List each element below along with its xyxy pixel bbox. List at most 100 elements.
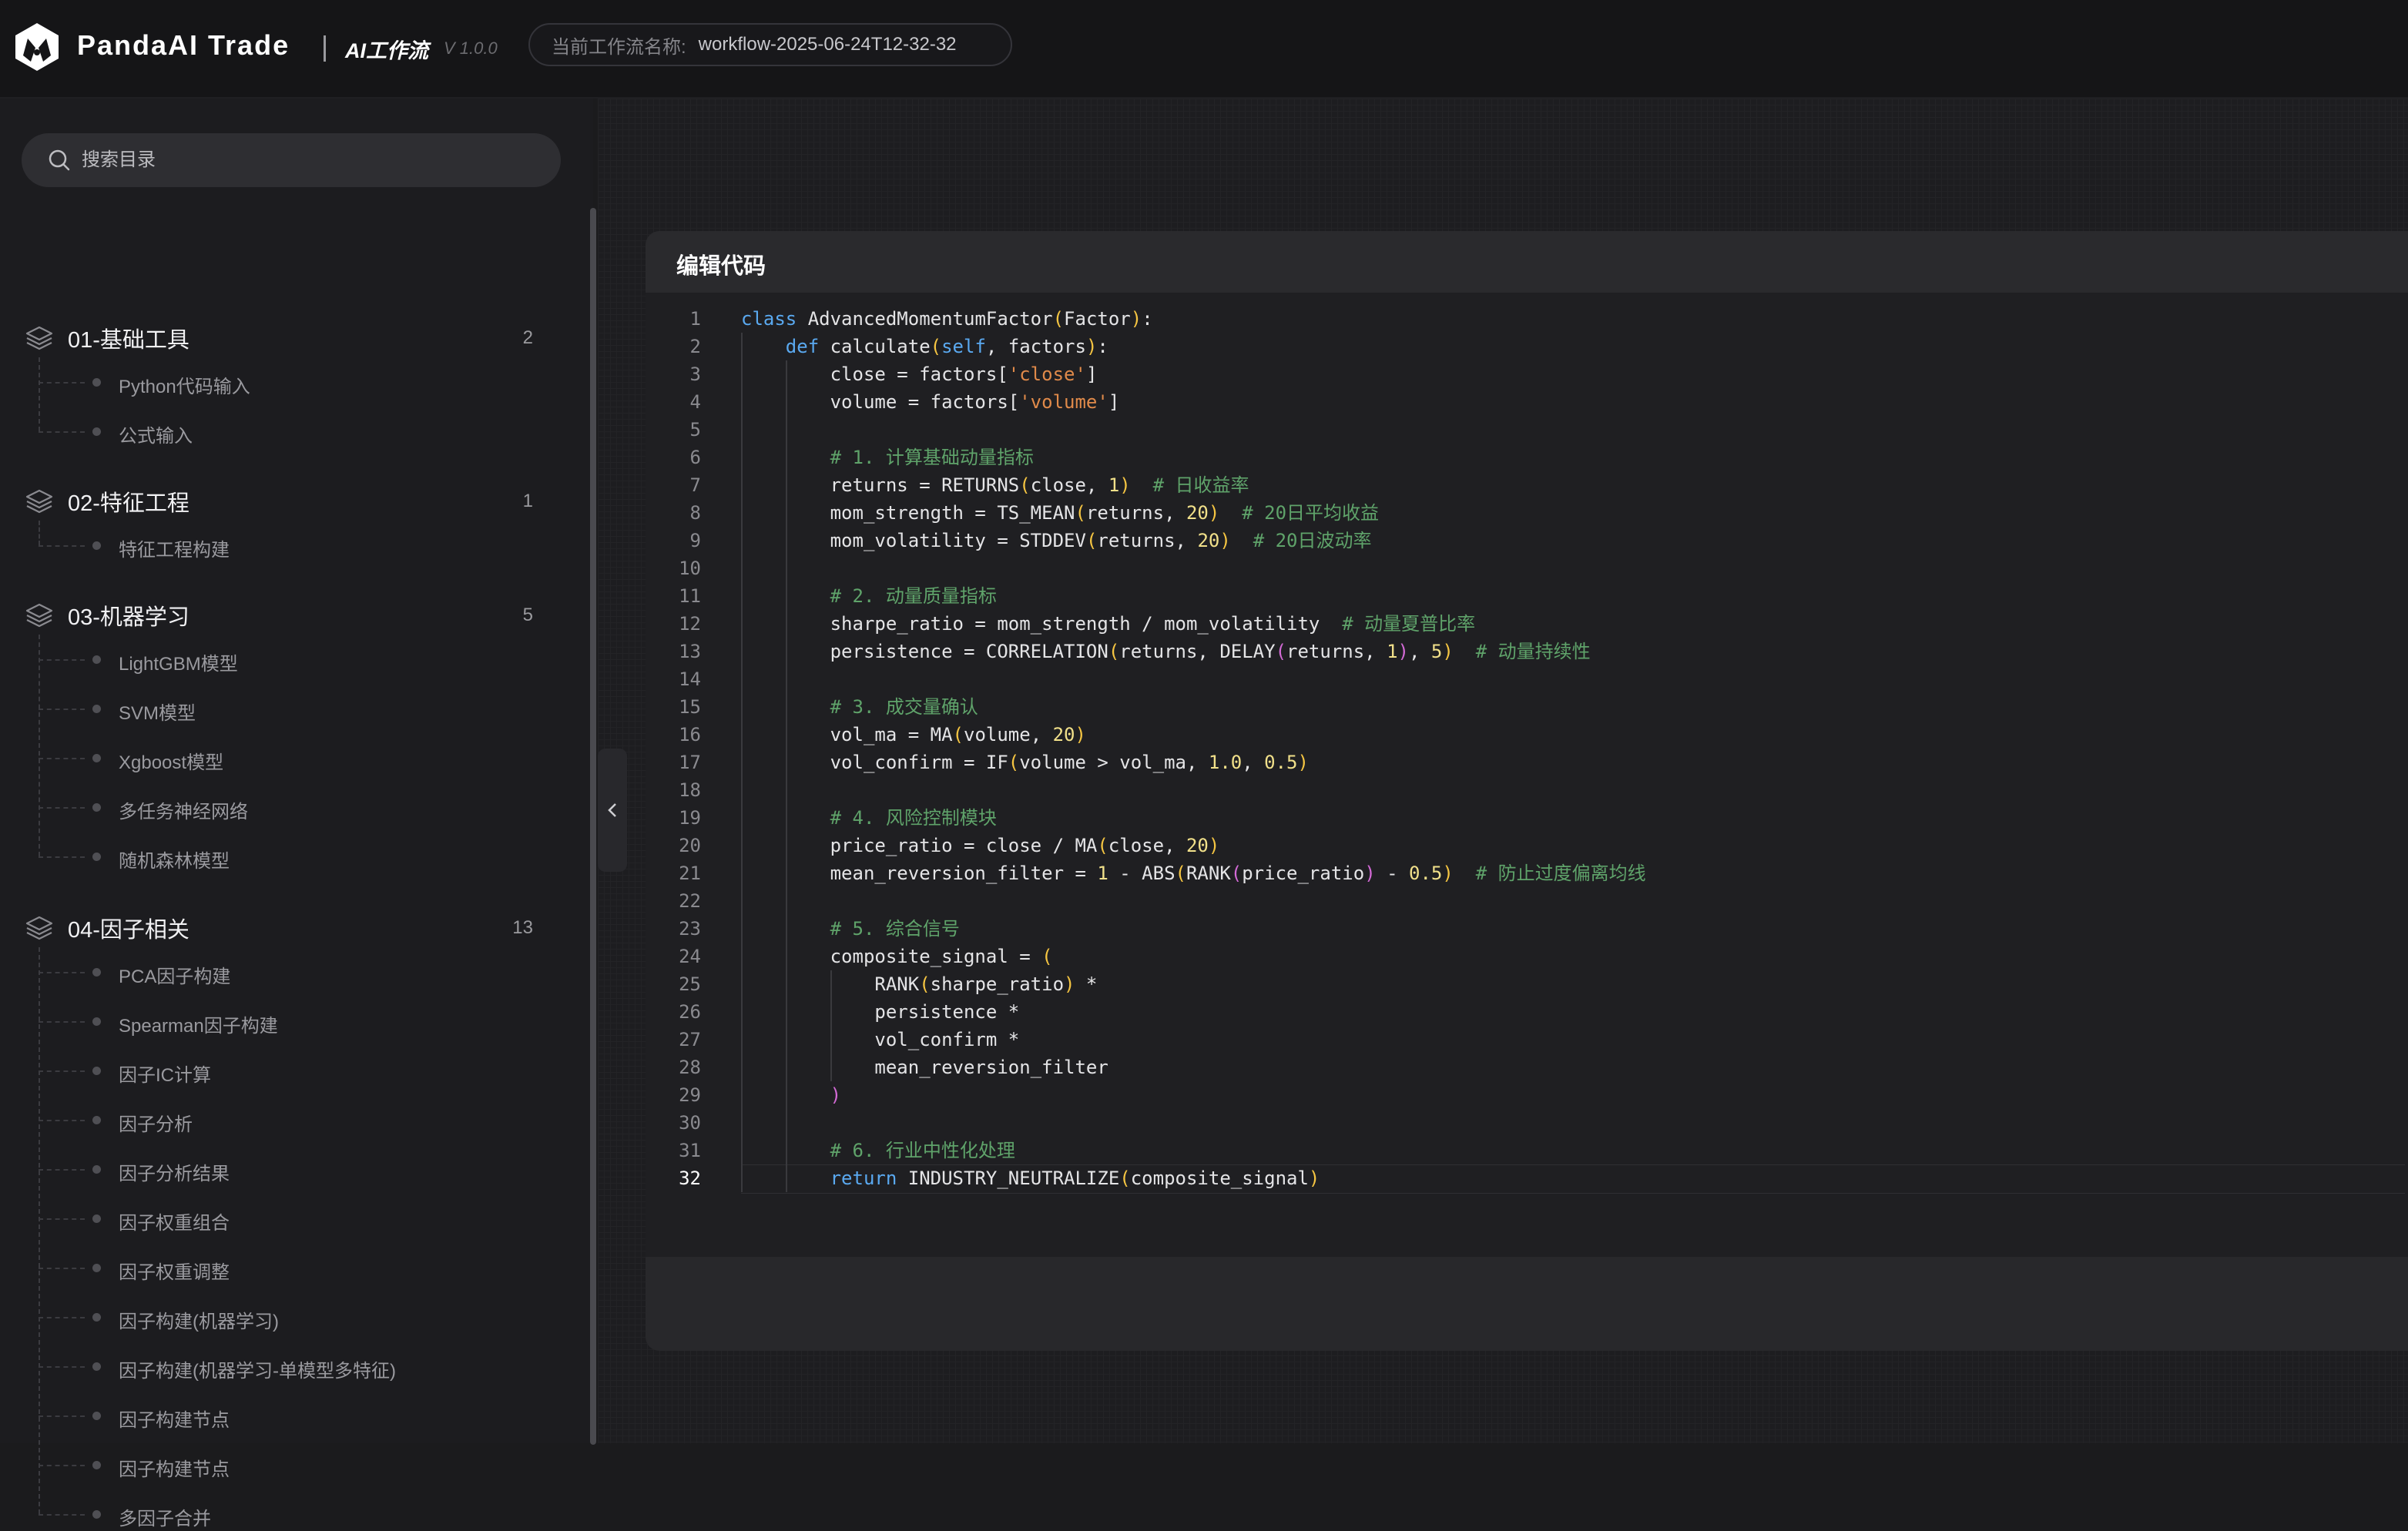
code-line[interactable]: 5: [646, 416, 2408, 444]
code-line[interactable]: 31 # 6. 行业中性化处理: [646, 1137, 2408, 1164]
code-line[interactable]: 2 def calculate(self, factors):: [646, 333, 2408, 360]
catalog-item-label: Xgboost模型: [119, 752, 224, 773]
code-line[interactable]: 1 class AdvancedMomentumFactor(Factor):: [646, 305, 2408, 333]
line-number: 9: [689, 530, 701, 551]
code-text: sharpe_ratio = mom_strength / mom_volati…: [741, 613, 1476, 635]
catalog-item[interactable]: 因子分析: [39, 1103, 501, 1137]
code-text: ): [830, 1084, 842, 1106]
code-line[interactable]: 28 mean_reversion_filter: [646, 1054, 2408, 1081]
catalog-item[interactable]: Xgboost模型: [39, 741, 501, 775]
line-number: 31: [679, 1140, 701, 1161]
catalog-item[interactable]: 因子构建节点: [39, 1399, 501, 1432]
code-line[interactable]: 23 # 5. 综合信号: [646, 915, 2408, 943]
catalog-item[interactable]: 多因子合并: [39, 1497, 501, 1531]
tree-branch: [39, 709, 85, 710]
code-line[interactable]: 8 mom_strength = TS_MEAN(returns, 20) # …: [646, 499, 2408, 527]
search-input[interactable]: [80, 149, 515, 172]
bullet-icon: [92, 968, 101, 977]
app-name: PandaAI Trade: [77, 29, 290, 61]
code-line[interactable]: 26 persistence *: [646, 998, 2408, 1026]
code-line[interactable]: 19 # 4. 风险控制模块: [646, 804, 2408, 832]
panda-logo-icon[interactable]: [12, 22, 62, 72]
catalog-item[interactable]: SVM模型: [39, 692, 501, 725]
catalog-item[interactable]: 因子IC计算: [39, 1054, 501, 1087]
code-line[interactable]: 30: [646, 1109, 2408, 1137]
catalog-item[interactable]: Spearman因子构建: [39, 1004, 501, 1038]
code-area[interactable]: 1 class AdvancedMomentumFactor(Factor): 2 …: [646, 305, 2408, 1194]
code-line[interactable]: 18: [646, 776, 2408, 804]
catalog-item-label: PCA因子构建: [119, 967, 231, 987]
top-header: PandaAI Trade AI工作流 V 1.0.0 当前工作流名称: wor…: [0, 0, 2408, 99]
sidebar-scrollbar[interactable]: [590, 208, 596, 1445]
catalog-group[interactable]: 01-基础工具 2: [25, 319, 548, 357]
catalog-item-label: 因子分析: [119, 1114, 193, 1135]
collapse-sidebar-button[interactable]: [598, 749, 627, 872]
code-line[interactable]: 6 # 1. 计算基础动量指标: [646, 444, 2408, 471]
catalog-item-label: 因子构建(机器学习): [119, 1312, 279, 1332]
code-line[interactable]: 14: [646, 665, 2408, 693]
catalog-group-title: 03-机器学习: [68, 605, 189, 630]
code-line[interactable]: 4 volume = factors['volume']: [646, 388, 2408, 416]
code-line[interactable]: 12 sharpe_ratio = mom_strength / mom_vol…: [646, 610, 2408, 638]
line-number: 22: [679, 890, 701, 912]
indent-guide: [741, 333, 743, 1192]
code-line[interactable]: 25 RANK(sharpe_ratio) *: [646, 970, 2408, 998]
catalog-item[interactable]: PCA因子构建: [39, 955, 501, 989]
catalog-item[interactable]: 因子权重组合: [39, 1201, 501, 1235]
current-workflow-pill[interactable]: 当前工作流名称: workflow-2025-06-24T12-32-32: [528, 23, 1012, 66]
code-line[interactable]: 9 mom_volatility = STDDEV(returns, 20) #…: [646, 527, 2408, 554]
code-line[interactable]: 27 vol_confirm *: [646, 1026, 2408, 1054]
code-text: persistence *: [741, 1001, 1020, 1023]
tree-branch: [39, 1514, 85, 1516]
catalog-group[interactable]: 04-因子相关 13: [25, 909, 548, 947]
catalog-item[interactable]: 因子构建(机器学习-单模型多特征): [39, 1349, 501, 1383]
catalog-item[interactable]: LightGBM模型: [39, 642, 501, 676]
catalog-item[interactable]: Python代码输入: [39, 365, 501, 399]
line-number: 24: [679, 946, 701, 967]
line-number: 28: [679, 1057, 701, 1078]
code-line[interactable]: 10: [646, 554, 2408, 582]
catalog-group[interactable]: 03-机器学习 5: [25, 596, 548, 635]
code-line[interactable]: 22: [646, 887, 2408, 915]
catalog-item-label: SVM模型: [119, 703, 196, 724]
catalog-item[interactable]: 因子分析结果: [39, 1152, 501, 1186]
catalog-item-label: 多任务神经网络: [119, 802, 248, 822]
version-label: V 1.0.0: [444, 39, 498, 58]
code-line[interactable]: 24 composite_signal = (: [646, 943, 2408, 970]
catalog-group-count: 13: [512, 917, 533, 938]
line-number: 5: [689, 419, 701, 441]
code-text: mean_reversion_filter = 1 - ABS(RANK(pri…: [741, 863, 1646, 884]
code-line[interactable]: 11 # 2. 动量质量指标: [646, 582, 2408, 610]
catalog-item[interactable]: 因子构建(机器学习): [39, 1300, 501, 1334]
catalog-search[interactable]: [22, 133, 561, 187]
code-line[interactable]: 3 close = factors['close']: [646, 360, 2408, 388]
catalog-item[interactable]: 因子权重调整: [39, 1251, 501, 1285]
layers-icon: [25, 916, 53, 940]
bullet-icon: [92, 1116, 101, 1124]
catalog-item[interactable]: 公式输入: [39, 414, 501, 448]
catalog-group-title: 02-特征工程: [68, 491, 189, 516]
catalog-item[interactable]: 因子构建节点: [39, 1448, 501, 1482]
code-line[interactable]: 13 persistence = CORRELATION(returns, DE…: [646, 638, 2408, 665]
catalog-item[interactable]: 随机森林模型: [39, 839, 501, 873]
code-line[interactable]: 17 vol_confirm = IF(volume > vol_ma, 1.0…: [646, 749, 2408, 776]
catalog-item-label: Python代码输入: [119, 377, 250, 397]
code-line[interactable]: 15 # 3. 成交量确认: [646, 693, 2408, 721]
line-number: 1: [689, 308, 701, 330]
bullet-icon: [92, 1067, 101, 1075]
code-text: vol_confirm = IF(volume > vol_ma, 1.0, 0…: [741, 752, 1309, 773]
code-text: mom_volatility = STDDEV(returns, 20) # 2…: [741, 530, 1372, 551]
current-workflow-name: workflow-2025-06-24T12-32-32: [698, 34, 957, 55]
code-line[interactable]: 20 price_ratio = close / MA(close, 20): [646, 832, 2408, 859]
bullet-icon: [92, 1264, 101, 1272]
code-editor-panel: 编辑代码 1 class AdvancedMomentumFactor(Facto…: [646, 231, 2408, 1351]
catalog-item[interactable]: 多任务神经网络: [39, 790, 501, 824]
code-text: vol_ma = MA(volume, 20): [741, 724, 1086, 745]
code-line[interactable]: 21 mean_reversion_filter = 1 - ABS(RANK(…: [646, 859, 2408, 887]
code-line[interactable]: 29 ): [646, 1081, 2408, 1109]
catalog-group[interactable]: 02-特征工程 1: [25, 482, 548, 521]
code-line[interactable]: 7 returns = RETURNS(close, 1) # 日收益率: [646, 471, 2408, 499]
catalog-item[interactable]: 特征工程构建: [39, 528, 501, 562]
line-number: 30: [679, 1112, 701, 1134]
code-line[interactable]: 16 vol_ma = MA(volume, 20): [646, 721, 2408, 749]
